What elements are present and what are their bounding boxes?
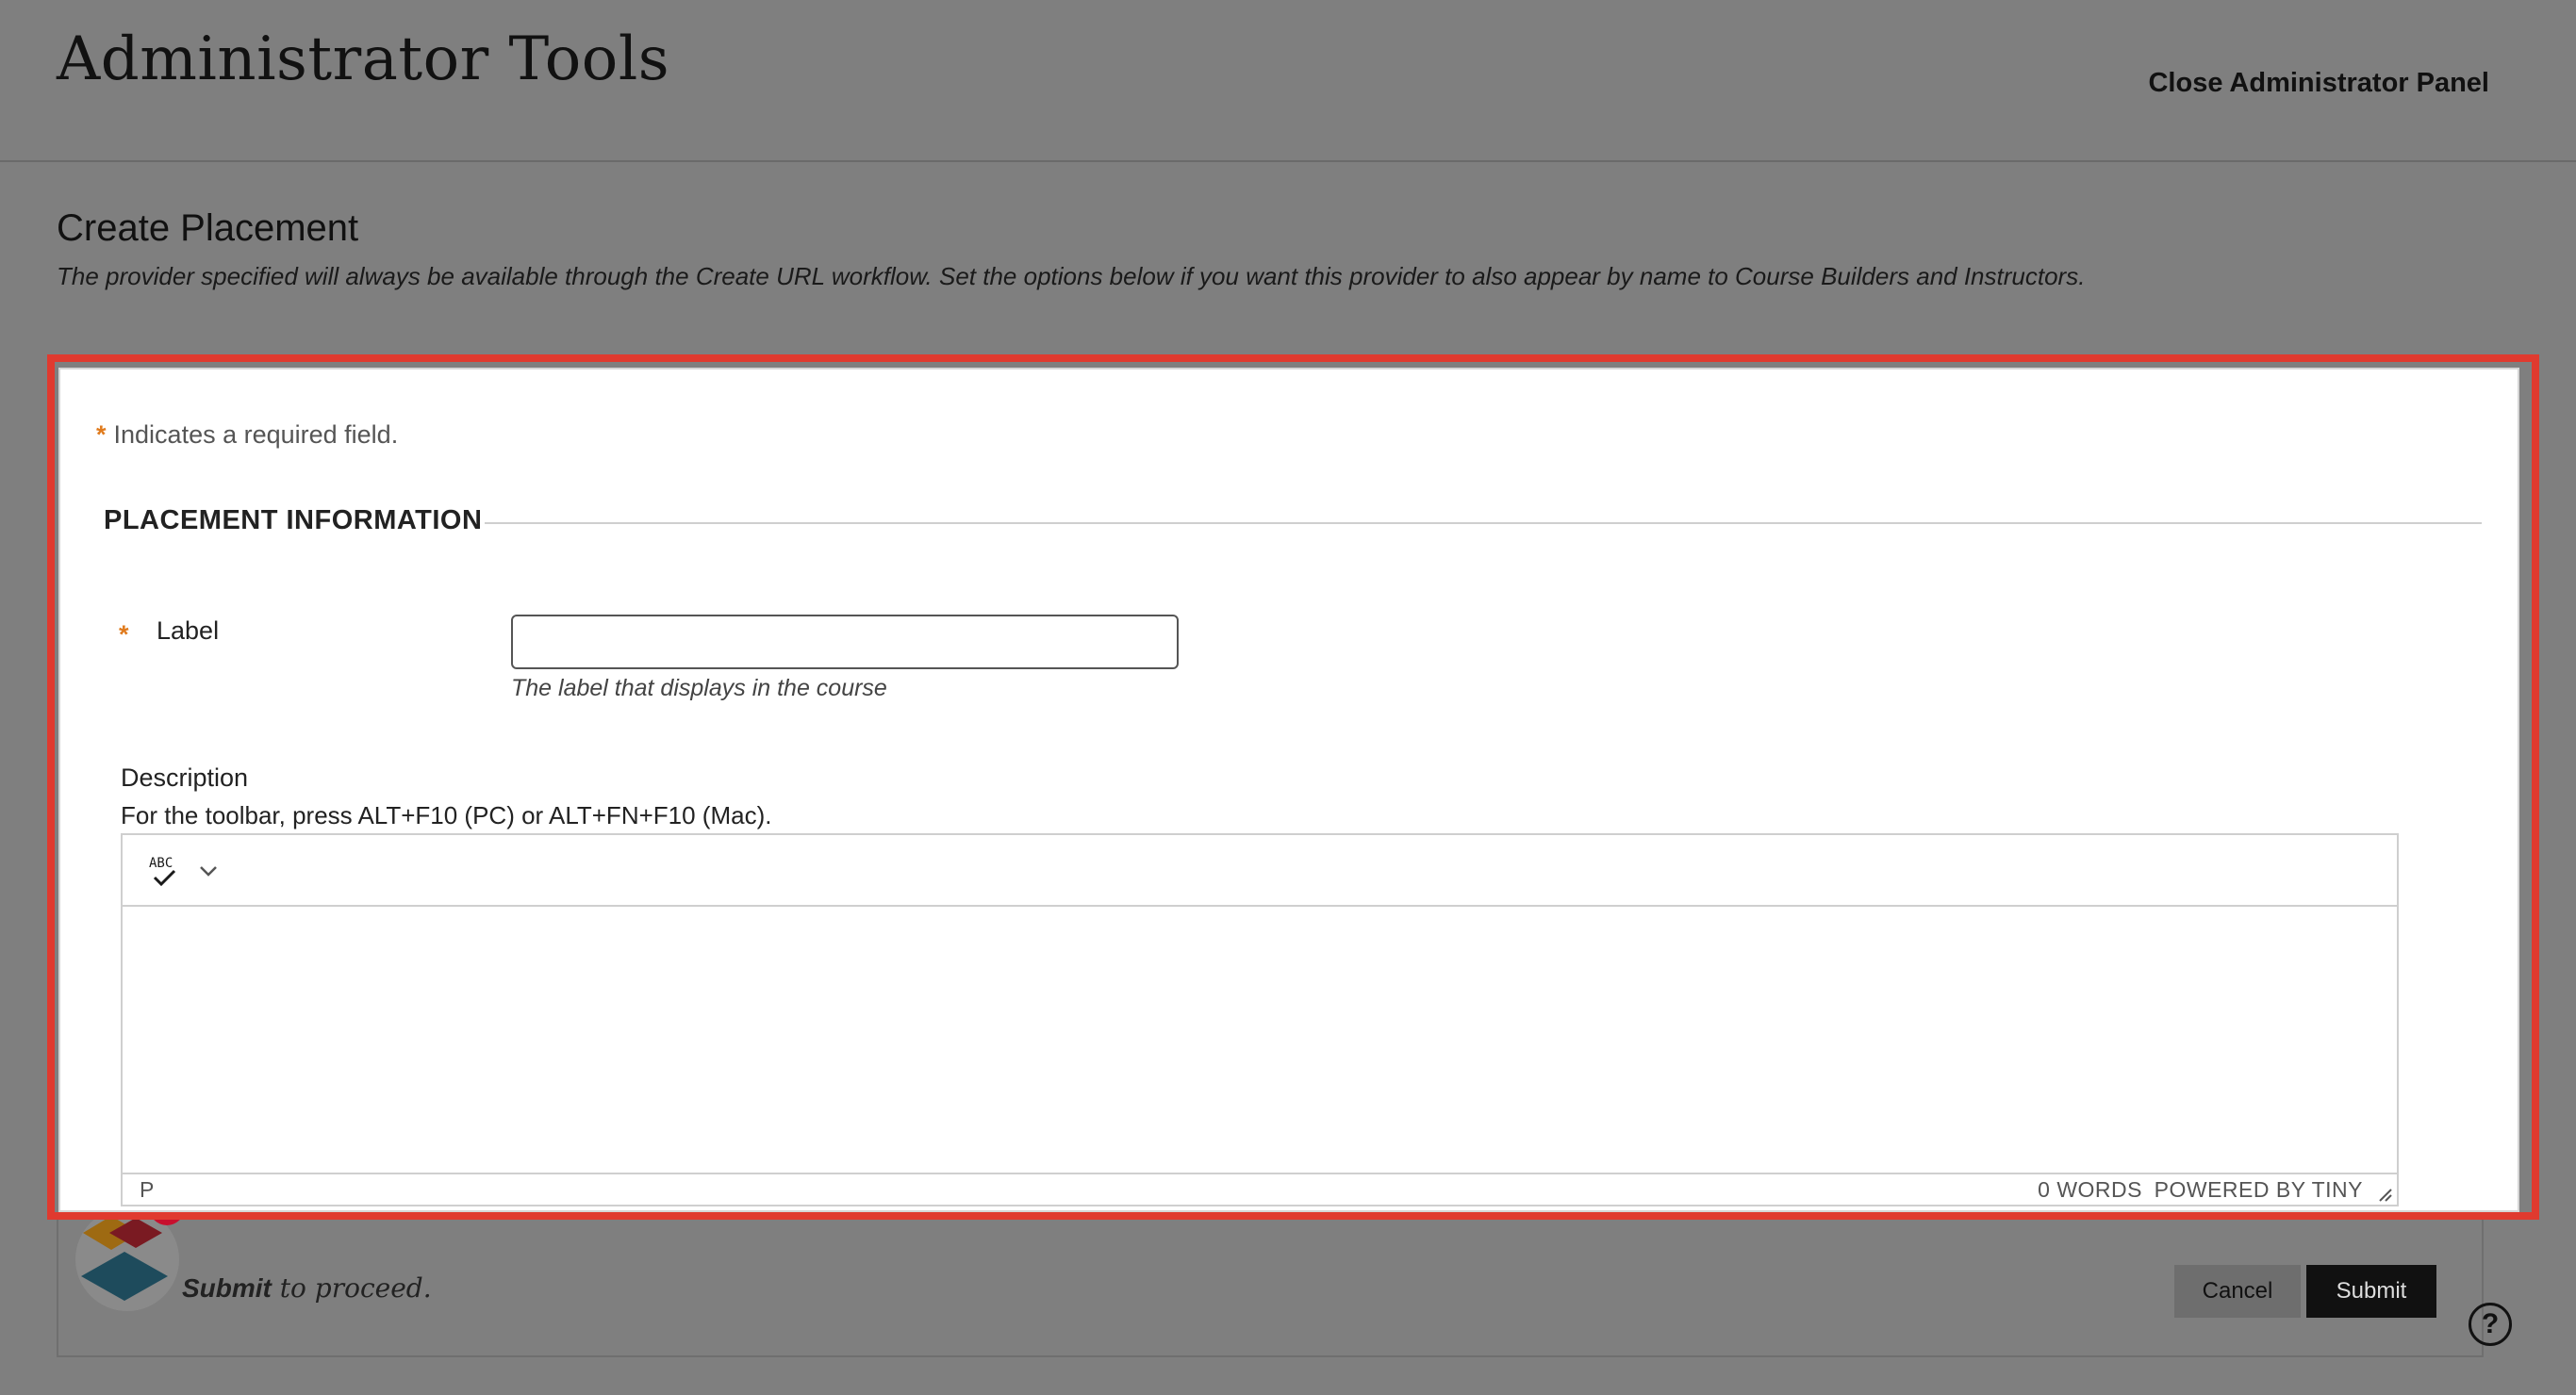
word-count[interactable]: 0 WORDS xyxy=(2038,1177,2142,1203)
chevron-down-icon[interactable] xyxy=(198,863,219,878)
page-title: Create Placement xyxy=(57,207,359,249)
powered-by-link[interactable]: POWERED BY TINY xyxy=(2155,1177,2363,1203)
section-divider xyxy=(485,522,2482,524)
admin-header: Administrator Tools Close Administrator … xyxy=(0,0,2576,162)
required-asterisk: * xyxy=(119,620,129,648)
label-input[interactable] xyxy=(511,615,1179,669)
submit-button[interactable]: Submit xyxy=(2306,1265,2436,1318)
required-asterisk: * xyxy=(96,420,107,449)
help-icon[interactable]: ? xyxy=(2469,1303,2512,1346)
label-field-label: Label xyxy=(157,616,220,645)
svg-text:ABC: ABC xyxy=(149,856,173,871)
placement-form-panel: * Indicates a required field. PLACEMENT I… xyxy=(58,368,2519,1212)
app-title: Administrator Tools xyxy=(57,25,670,94)
required-note: * Indicates a required field. xyxy=(96,420,399,449)
editor-statusbar: P 0 WORDS POWERED BY TINY xyxy=(123,1173,2397,1205)
section-title: PLACEMENT INFORMATION xyxy=(104,505,483,535)
toolbar-help-text: For the toolbar, press ALT+F10 (PC) or A… xyxy=(121,801,772,829)
resize-handle-icon[interactable] xyxy=(2376,1186,2393,1203)
close-admin-panel-link[interactable]: Close Administrator Panel xyxy=(2148,68,2489,99)
submit-hint: Submit to proceed. xyxy=(182,1272,432,1304)
editor-toolbar: ABC xyxy=(123,835,2397,907)
cancel-button[interactable]: Cancel xyxy=(2174,1265,2301,1318)
page-description: The provider specified will always be av… xyxy=(57,262,2086,290)
editor-content-area[interactable] xyxy=(123,907,2397,1176)
description-label: Description xyxy=(121,763,249,792)
element-path[interactable]: P xyxy=(140,1177,154,1203)
spellcheck-icon[interactable]: ABC xyxy=(147,852,181,890)
description-editor: ABC P 0 WORDS POWERED BY TINY xyxy=(121,833,2399,1206)
label-field-hint: The label that displays in the course xyxy=(511,675,887,701)
